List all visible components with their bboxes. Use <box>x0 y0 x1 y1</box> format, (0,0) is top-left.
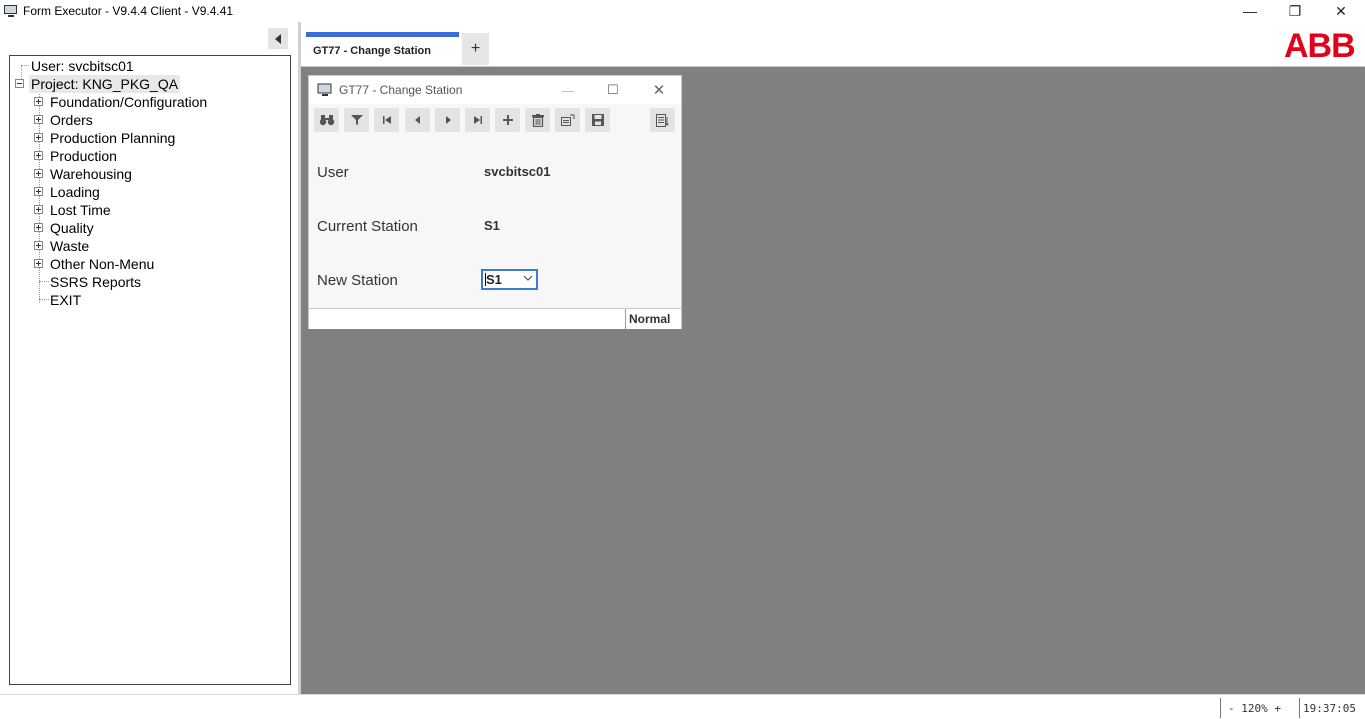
tree-item-foundation[interactable]: Foundation/Configuration <box>34 93 208 111</box>
form-status-bar: Normal <box>309 308 681 329</box>
document-tabbar: GT77 - Change Station + ABB <box>301 22 1365 67</box>
tree-project-node[interactable]: Project: KNG_PKG_QA <box>15 75 181 93</box>
tree-item-label: EXIT <box>50 292 82 308</box>
tree-connector <box>39 299 49 300</box>
tree-item-label: Other Non-Menu <box>50 256 155 272</box>
status-separator <box>1299 698 1300 718</box>
first-record-icon[interactable] <box>374 108 399 132</box>
tree-item-label: Quality <box>50 220 94 236</box>
window-title: Form Executor - V9.4.4 Client - V9.4.41 <box>23 4 234 18</box>
expand-node-icon[interactable] <box>34 223 43 232</box>
collapse-arrow-icon <box>275 33 281 44</box>
navigation-pane: User: svcbitsc01 Project: KNG_PKG_QA Fou… <box>0 22 300 694</box>
minimize-button[interactable]: — <box>1227 0 1273 22</box>
new-station-label: New Station <box>317 272 398 289</box>
add-tab-button[interactable]: + <box>462 33 489 65</box>
form-mode-indicator: Normal <box>625 309 681 329</box>
expand-node-icon[interactable] <box>34 115 43 124</box>
tree-item-production[interactable]: Production <box>34 147 117 165</box>
last-record-icon[interactable] <box>465 108 490 132</box>
tree-item-quality[interactable]: Quality <box>34 219 94 237</box>
tree-item-label: Lost Time <box>50 202 111 218</box>
tab-change-station[interactable]: GT77 - Change Station <box>306 32 461 64</box>
collapse-pane-button[interactable] <box>268 28 288 49</box>
current-station-label: Current Station <box>317 218 418 235</box>
copy-record-icon[interactable] <box>555 108 580 132</box>
binoculars-icon[interactable] <box>314 108 339 132</box>
tree-item-label: Orders <box>50 112 93 128</box>
tree-item-loading[interactable]: Loading <box>34 183 100 201</box>
form-maximize-button[interactable]: ☐ <box>600 79 626 101</box>
expand-node-icon[interactable] <box>34 97 43 106</box>
clock: 19:37:05 <box>1303 702 1356 715</box>
status-separator <box>1220 698 1221 718</box>
tree-item-label: Production Planning <box>50 130 176 146</box>
expand-node-icon[interactable] <box>34 205 43 214</box>
current-station-value: S1 <box>484 218 500 233</box>
tree-item-label: SSRS Reports <box>50 274 142 290</box>
status-bar: - 120% + 19:37:05 <box>0 694 1365 719</box>
save-icon[interactable] <box>585 108 610 132</box>
tree-item-label: Loading <box>50 184 100 200</box>
previous-record-icon[interactable] <box>405 108 430 132</box>
form-close-button[interactable]: ✕ <box>646 79 672 101</box>
tree-item-waste[interactable]: Waste <box>34 237 90 255</box>
change-station-form: GT77 - Change Station — ☐ ✕ User svcbits… <box>308 75 682 329</box>
restore-button[interactable]: ❐ <box>1272 0 1318 22</box>
delete-record-icon[interactable] <box>525 108 550 132</box>
navigation-tree: User: svcbitsc01 Project: KNG_PKG_QA Fou… <box>9 55 291 685</box>
form-title: GT77 - Change Station <box>339 83 463 97</box>
active-tab-indicator <box>306 32 459 37</box>
form-titlebar: GT77 - Change Station — ☐ ✕ <box>309 76 681 104</box>
tree-item-lost-time[interactable]: Lost Time <box>34 201 111 219</box>
filter-icon[interactable] <box>344 108 369 132</box>
expand-node-icon[interactable] <box>34 259 43 268</box>
app-monitor-icon <box>3 4 19 18</box>
collapse-node-icon[interactable] <box>15 79 24 88</box>
tree-item-production-planning[interactable]: Production Planning <box>34 129 176 147</box>
user-label: User <box>317 164 349 181</box>
add-record-icon[interactable] <box>495 108 520 132</box>
tree-connector <box>39 281 49 282</box>
new-station-dropdown[interactable]: S1 <box>481 269 538 290</box>
close-button[interactable]: ✕ <box>1318 0 1364 22</box>
tree-item-other-non-menu[interactable]: Other Non-Menu <box>34 255 155 273</box>
tree-item-label: Foundation/Configuration <box>50 94 208 110</box>
expand-node-icon[interactable] <box>34 169 43 178</box>
form-toolbar <box>309 105 681 135</box>
tree-item-exit[interactable]: EXIT <box>50 291 81 309</box>
next-record-icon[interactable] <box>435 108 460 132</box>
tree-user-node[interactable]: User: svcbitsc01 <box>31 57 134 75</box>
tree-item-label: Production <box>50 148 117 164</box>
form-monitor-icon <box>317 83 332 96</box>
report-icon[interactable] <box>650 108 675 132</box>
zoom-control[interactable]: - 120% + <box>1228 702 1281 715</box>
user-value: svcbitsc01 <box>484 164 551 179</box>
new-station-value: S1 <box>486 272 502 287</box>
abb-logo: ABB <box>1284 27 1356 65</box>
expand-node-icon[interactable] <box>34 187 43 196</box>
tree-item-orders[interactable]: Orders <box>34 111 93 129</box>
expand-node-icon[interactable] <box>34 241 43 250</box>
tree-item-label: Waste <box>50 238 90 254</box>
expand-node-icon[interactable] <box>34 133 43 142</box>
tree-connector <box>21 65 29 66</box>
tree-item-warehousing[interactable]: Warehousing <box>34 165 132 183</box>
form-minimize-button[interactable]: — <box>555 79 581 101</box>
expand-node-icon[interactable] <box>34 151 43 160</box>
window-titlebar: Form Executor - V9.4.4 Client - V9.4.41 … <box>0 0 1365 22</box>
tree-item-ssrs-reports[interactable]: SSRS Reports <box>50 273 141 291</box>
chevron-down-icon[interactable] <box>523 274 533 285</box>
tree-item-label: Warehousing <box>50 166 132 182</box>
tab-label: GT77 - Change Station <box>313 45 431 57</box>
tree-project-label: Project: KNG_PKG_QA <box>31 76 179 92</box>
